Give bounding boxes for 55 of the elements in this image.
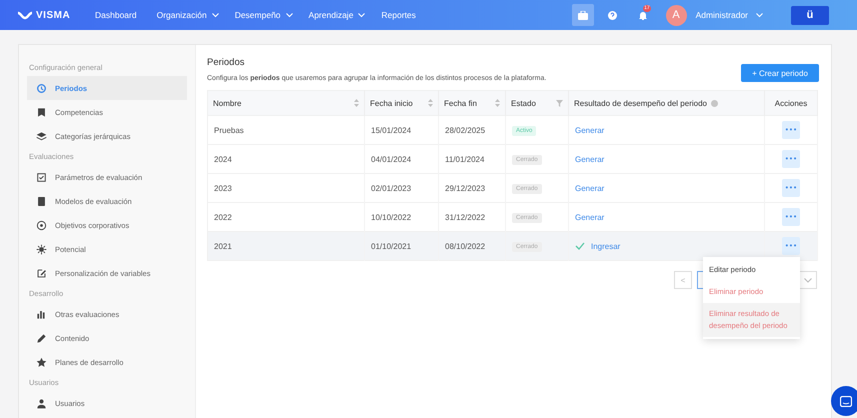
nav-link[interactable]: Organización	[148, 10, 227, 20]
chat-button[interactable]	[831, 386, 857, 416]
user-avatar[interactable]: A	[666, 4, 687, 26]
menu-item-icon	[36, 356, 47, 368]
sort-icon	[428, 99, 433, 107]
chevron-down-icon	[804, 278, 812, 282]
user-menu[interactable]: Administrador	[690, 9, 769, 21]
menu-item-icon	[36, 172, 47, 182]
chevron-down-icon	[286, 12, 293, 18]
create-period-button[interactable]: + Crear periodo	[741, 64, 819, 82]
chevron-down-icon	[212, 12, 219, 18]
column-header[interactable]: Resultado de desempeño del periodo	[568, 90, 764, 116]
column-header[interactable]: Fecha inicio	[364, 90, 438, 116]
menu-item-icon	[36, 220, 47, 230]
menu-item-icon	[36, 268, 47, 278]
filter-icon	[556, 100, 563, 106]
menu-item-icon	[36, 244, 47, 254]
menu-item-icon	[36, 196, 47, 206]
briefcase-icon	[578, 10, 588, 20]
nav-link[interactable]: Desempeño	[226, 10, 301, 20]
table-cell: 2021	[208, 232, 364, 260]
menu-item-icon	[36, 130, 47, 142]
app-button[interactable]: ü	[791, 6, 829, 24]
menu-item-icon	[36, 332, 47, 344]
page-title: Periodos	[207, 57, 246, 68]
result-link[interactable]: Generar	[575, 184, 604, 192]
chevron-down-icon	[756, 12, 763, 18]
help-icon	[608, 10, 618, 20]
column-header[interactable]: Nombre	[208, 90, 364, 116]
info-icon	[710, 100, 718, 106]
page-size-select[interactable]	[799, 271, 817, 289]
result-link[interactable]: Generar	[575, 154, 604, 164]
column-header[interactable]: Fecha fin	[438, 90, 506, 116]
chat-icon	[840, 396, 852, 406]
brand-logo[interactable]: VISMA	[36, 10, 70, 20]
menu-item-icon	[36, 308, 47, 320]
result-link[interactable]: Generar	[575, 212, 604, 222]
chevron-down-icon	[358, 12, 366, 18]
column-header[interactable]: Acciones	[764, 90, 818, 116]
result-link[interactable]: Generar	[575, 126, 604, 134]
menu-item-icon	[36, 82, 47, 94]
wave-logo-icon	[17, 10, 33, 20]
table-cell: 08/10/2022	[438, 232, 506, 260]
bell-icon	[638, 10, 647, 20]
menu-item-icon	[36, 106, 47, 118]
sort-icon	[354, 99, 359, 107]
menu-item-icon	[36, 398, 47, 408]
briefcase-button[interactable]	[572, 4, 594, 26]
result-link[interactable]: Ingresar	[591, 242, 620, 250]
nav-link[interactable]: Dashboard	[87, 10, 145, 20]
nav-link[interactable]: Reportes	[373, 10, 424, 20]
sort-icon	[495, 99, 500, 107]
table-cell: 01/10/2021	[364, 232, 438, 260]
nav-link[interactable]: Aprendizaje	[300, 10, 374, 20]
column-header[interactable]: Estado	[506, 90, 568, 116]
